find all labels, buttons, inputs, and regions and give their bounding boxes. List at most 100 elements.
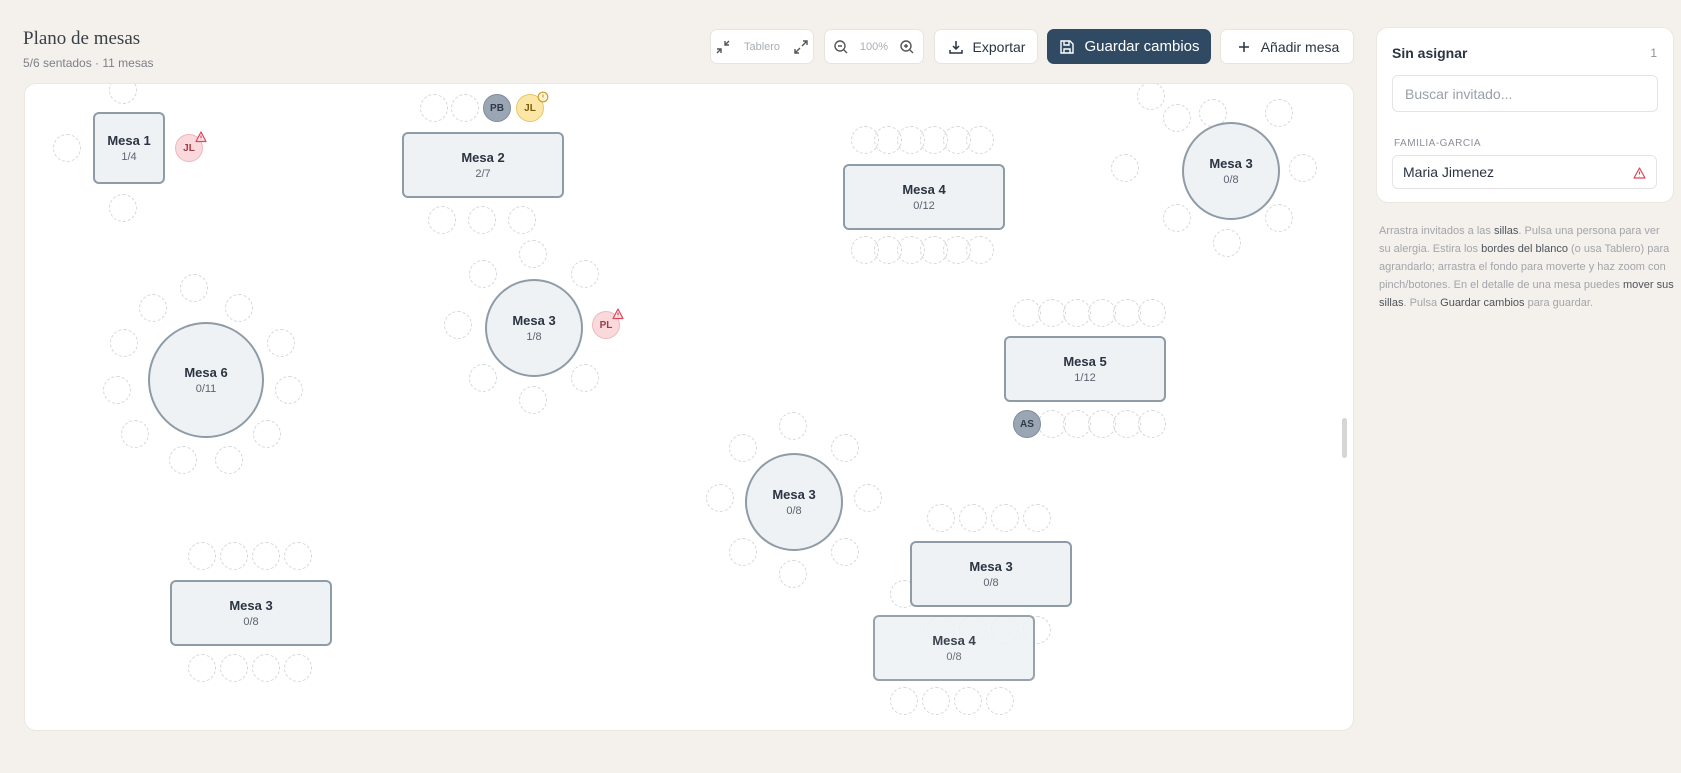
- seat[interactable]: [110, 329, 138, 357]
- seat[interactable]: [420, 94, 448, 122]
- seat[interactable]: [571, 260, 599, 288]
- seat[interactable]: [139, 294, 167, 322]
- guest-avatar[interactable]: AS: [1013, 410, 1041, 438]
- seat[interactable]: [1111, 154, 1139, 182]
- seat[interactable]: [986, 687, 1014, 715]
- seat[interactable]: [220, 542, 248, 570]
- seat[interactable]: [508, 206, 536, 234]
- seat[interactable]: [284, 654, 312, 682]
- seat[interactable]: [121, 420, 149, 448]
- seat[interactable]: [571, 364, 599, 392]
- seat[interactable]: [1023, 504, 1051, 532]
- seat[interactable]: [831, 538, 859, 566]
- table-name: Mesa 6: [184, 365, 228, 380]
- seat[interactable]: [109, 194, 137, 222]
- seat[interactable]: [1113, 410, 1141, 438]
- seat[interactable]: [1113, 299, 1141, 327]
- seat[interactable]: [519, 386, 547, 414]
- seat[interactable]: [831, 434, 859, 462]
- table-count: 2/7: [475, 168, 491, 180]
- table-mesa-4-bottom[interactable]: Mesa 4 0/8: [873, 615, 1035, 681]
- seat[interactable]: [469, 364, 497, 392]
- seat[interactable]: [188, 542, 216, 570]
- canvas-scrollbar[interactable]: [1342, 418, 1347, 458]
- seat[interactable]: [468, 206, 496, 234]
- seat[interactable]: [706, 484, 734, 512]
- table-mesa-3-bottom-left[interactable]: Mesa 3 0/8: [170, 580, 332, 646]
- seat[interactable]: [1289, 154, 1317, 182]
- seat[interactable]: [169, 446, 197, 474]
- seat[interactable]: [1213, 229, 1241, 257]
- seat[interactable]: [225, 294, 253, 322]
- seat[interactable]: [779, 560, 807, 588]
- seat[interactable]: [1138, 299, 1166, 327]
- seat[interactable]: [954, 687, 982, 715]
- seat[interactable]: [220, 654, 248, 682]
- seat[interactable]: [1088, 410, 1116, 438]
- seat[interactable]: [180, 274, 208, 302]
- seat[interactable]: [1063, 299, 1091, 327]
- seat[interactable]: [966, 236, 994, 264]
- table-mesa-3-top-right[interactable]: Mesa 3 0/8: [1182, 122, 1280, 220]
- seat[interactable]: [966, 126, 994, 154]
- seat[interactable]: [1013, 299, 1041, 327]
- seat[interactable]: [267, 329, 295, 357]
- table-mesa-3-bottom-right[interactable]: Mesa 3 0/8: [910, 541, 1072, 607]
- table-mesa-6[interactable]: Mesa 6 0/11: [148, 322, 264, 438]
- minimize-icon[interactable]: [714, 38, 732, 56]
- seat[interactable]: [1088, 299, 1116, 327]
- seat[interactable]: [103, 376, 131, 404]
- guest-avatar[interactable]: PB: [483, 94, 511, 122]
- seat[interactable]: [1038, 299, 1066, 327]
- seat[interactable]: [922, 687, 950, 715]
- seat[interactable]: [451, 94, 479, 122]
- seat[interactable]: [890, 687, 918, 715]
- zoom-out-icon[interactable]: [832, 38, 850, 56]
- table-mesa-1[interactable]: Mesa 1 1/4: [93, 112, 165, 184]
- unassigned-guest-row[interactable]: Maria Jimenez: [1392, 155, 1657, 189]
- seat[interactable]: [927, 504, 955, 532]
- export-button[interactable]: Exportar: [934, 29, 1038, 64]
- seat[interactable]: [253, 420, 281, 448]
- plus-icon: [1235, 38, 1253, 56]
- seat[interactable]: [188, 654, 216, 682]
- maximize-icon[interactable]: [792, 38, 810, 56]
- search-guest-input[interactable]: [1392, 75, 1658, 112]
- seating-canvas[interactable]: Mesa 1 1/4 Mesa 2 2/7 Mesa 4 0/12 Mesa 3…: [24, 83, 1354, 731]
- seat[interactable]: [991, 504, 1019, 532]
- seat[interactable]: [1138, 410, 1166, 438]
- table-mesa-4-top[interactable]: Mesa 4 0/12: [843, 164, 1005, 230]
- seat[interactable]: [729, 434, 757, 462]
- help-text-part: para guardar.: [1524, 297, 1594, 309]
- seat[interactable]: [959, 504, 987, 532]
- table-mesa-2[interactable]: Mesa 2 2/7: [402, 132, 564, 198]
- seat[interactable]: [252, 542, 280, 570]
- save-button[interactable]: Guardar cambios: [1047, 29, 1211, 64]
- add-table-button[interactable]: Añadir mesa: [1220, 29, 1354, 64]
- seat[interactable]: [519, 240, 547, 268]
- seat[interactable]: [428, 206, 456, 234]
- seat[interactable]: [1163, 204, 1191, 232]
- seat[interactable]: [1265, 99, 1293, 127]
- seat[interactable]: [275, 376, 303, 404]
- seat[interactable]: [1038, 410, 1066, 438]
- seat[interactable]: [1063, 410, 1091, 438]
- seat[interactable]: [854, 484, 882, 512]
- table-mesa-5[interactable]: Mesa 5 1/12: [1004, 336, 1166, 402]
- seat[interactable]: [444, 311, 472, 339]
- seat[interactable]: [1137, 84, 1165, 110]
- seat[interactable]: [729, 538, 757, 566]
- table-mesa-3-middle[interactable]: Mesa 3 0/8: [745, 453, 843, 551]
- seat[interactable]: [284, 542, 312, 570]
- seat[interactable]: [1265, 204, 1293, 232]
- seat[interactable]: [109, 84, 137, 104]
- table-mesa-3-center[interactable]: Mesa 3 1/8: [485, 279, 583, 377]
- seat[interactable]: [215, 446, 243, 474]
- seat[interactable]: [53, 134, 81, 162]
- seat[interactable]: [469, 260, 497, 288]
- seat[interactable]: [1163, 104, 1191, 132]
- table-name: Mesa 4: [932, 633, 976, 648]
- zoom-in-icon[interactable]: [898, 38, 916, 56]
- seat[interactable]: [252, 654, 280, 682]
- seat[interactable]: [779, 412, 807, 440]
